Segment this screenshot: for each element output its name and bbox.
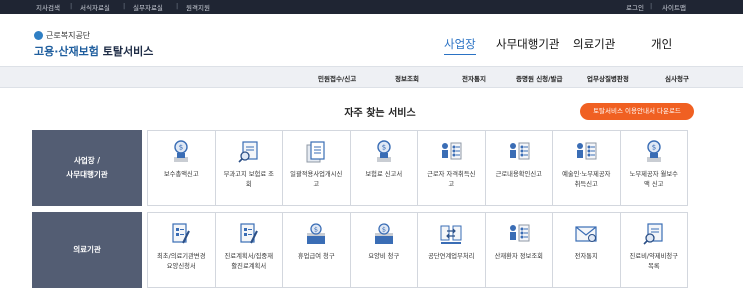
envelope-icon — [575, 226, 597, 242]
service-label: 진료계획서/집중재 활진료계획서 — [224, 253, 273, 270]
divider: | — [70, 2, 73, 10]
service-label: 휴업급여 청구 — [297, 253, 335, 260]
service-name: 고용·산재보험 토탈서비스 — [34, 43, 153, 59]
org-name-text: 근로복지공단 — [46, 31, 91, 40]
service-row-workplace: $ 보수총액신고 부과고지 보험료 조 회 일괄적용사업개시신 고 $ 보험료 신고서 근로… — [147, 130, 695, 206]
coin-bag-icon: $ — [174, 140, 189, 162]
document-stack-icon — [306, 141, 325, 163]
practice-library-link[interactable]: 실무자료실 — [133, 2, 163, 12]
remote-support-link[interactable]: 원격지원 — [186, 2, 210, 12]
service-label: 산재환자 정보조회 — [494, 253, 543, 260]
coin-box-icon: $ — [307, 223, 326, 244]
document-search-icon — [238, 141, 258, 163]
sub-nav-review-request[interactable]: 심사청구 — [665, 73, 689, 83]
worker-chart-icon — [577, 142, 597, 160]
service-label: 일괄적용사업개시신 고 — [290, 171, 343, 188]
service-label: 보험료 신고서 — [365, 171, 403, 178]
service-label: 보수총액신고 — [163, 171, 199, 178]
guide-download-button[interactable]: 토탈서비스 이용안내서 다운로드 — [580, 103, 694, 120]
document-search-icon — [643, 223, 663, 245]
divider: | — [176, 2, 179, 10]
service-tile[interactable]: 진료계획서/집중재 활진료계획서 — [214, 212, 283, 288]
service-name-suffix: 토탈서비스 — [102, 45, 154, 58]
service-name-prefix: 고용·산재보험 — [34, 45, 99, 58]
main-nav-medical[interactable]: 의료기관 — [573, 36, 615, 52]
main-nav-agency[interactable]: 사무대행기관 — [496, 36, 559, 52]
coin-box-icon: $ — [374, 223, 393, 244]
coin-bag-icon: $ — [646, 140, 661, 162]
service-tile[interactable]: 산재환자 정보조회 — [484, 212, 553, 288]
sitemap-link[interactable]: 사이트맵 — [662, 2, 686, 12]
service-label: 근로자 자격취득신 고 — [427, 171, 476, 188]
login-link[interactable]: 로그인 — [626, 2, 644, 12]
service-tile[interactable]: 최초/의료기관변경 요양신청서 — [147, 212, 216, 288]
svg-text:$: $ — [382, 144, 386, 152]
sub-nav-disease-judgment[interactable]: 업무상질병판정 — [587, 73, 629, 83]
svg-text:$: $ — [382, 226, 386, 234]
main-nav-workplace[interactable]: 사업장 — [444, 36, 476, 55]
worker-chart-icon — [509, 142, 530, 160]
org-name: 근로복지공단 — [34, 30, 153, 41]
service-tile[interactable]: 근로내용확인신고 — [484, 130, 553, 206]
service-tile[interactable]: $ 휴업급여 청구 — [282, 212, 351, 288]
service-label: 노무제공자 월보수 액 신고 — [629, 171, 678, 188]
service-tile[interactable]: $ 보험료 신고서 — [349, 130, 418, 206]
sub-nav-petition[interactable]: 민원접수/신고 — [318, 73, 356, 83]
branch-search-link[interactable]: 지사검색 — [36, 2, 60, 12]
site-logo[interactable]: 근로복지공단 고용·산재보험 토탈서비스 — [34, 30, 153, 59]
worker-chart-icon — [442, 142, 462, 160]
divider: | — [650, 2, 653, 10]
form-library-link[interactable]: 서식자료실 — [80, 2, 110, 12]
svg-text:$: $ — [179, 144, 183, 152]
category-label: 의료기관 — [73, 245, 101, 254]
utility-bar: 지사검색 | 서식자료실 | 실무자료실 | 원격지원 로그인 | 사이트맵 — [0, 0, 743, 14]
service-tile[interactable]: 진료비/약제비청구 목록 — [619, 212, 688, 288]
service-tile[interactable]: $ 노무제공자 월보수 액 신고 — [619, 130, 688, 206]
service-tile[interactable]: 근로자 자격취득신 고 — [417, 130, 486, 206]
service-tile[interactable]: $ 보수총액신고 — [147, 130, 216, 206]
service-tile[interactable]: 예술인·노무제공자 취득신고 — [552, 130, 621, 206]
section-title: 자주 찾는 서비스 — [344, 108, 416, 119]
sub-nav-inquiry[interactable]: 정보조회 — [395, 73, 419, 83]
service-label: 부과고지 보험료 조 회 — [223, 171, 274, 188]
document-pen-icon — [240, 223, 258, 244]
sub-nav-certificate[interactable]: 증명원 신청/발급 — [516, 73, 563, 83]
coin-bag-icon: $ — [376, 140, 391, 162]
main-nav-personal[interactable]: 개인 — [651, 36, 672, 52]
service-label: 근로내용확인신고 — [495, 171, 542, 178]
logo-emblem-icon — [34, 31, 43, 40]
category-medical-label: 의료기관 — [32, 212, 142, 288]
service-label: 요양비 청구 — [368, 253, 400, 260]
service-tile[interactable]: 전자통지 — [552, 212, 621, 288]
service-tile[interactable]: 공단연계업무처리 — [417, 212, 486, 288]
service-label: 공단연계업무처리 — [428, 253, 475, 260]
worker-chart-icon — [509, 224, 530, 242]
service-label: 진료비/약제비청구 목록 — [629, 253, 678, 270]
service-tile[interactable]: 부과고지 보험료 조 회 — [214, 130, 283, 206]
divider: | — [123, 2, 126, 10]
sub-nav-e-notice[interactable]: 전자통지 — [462, 73, 486, 83]
document-pen-icon — [172, 223, 191, 244]
service-label: 최초/의료기관변경 요양신청서 — [157, 253, 206, 270]
sub-nav: 민원접수/신고 정보조회 전자통지 증명원 신청/발급 업무상질병판정 심사청구 — [0, 66, 743, 88]
service-tile[interactable]: 일괄적용사업개시신 고 — [282, 130, 351, 206]
svg-text:$: $ — [652, 144, 656, 152]
service-label: 전자통지 — [574, 253, 598, 260]
service-label: 예술인·노무제공자 취득신고 — [562, 171, 611, 188]
category-workplace-label: 사업장 / 사무대행기관 — [32, 130, 142, 206]
svg-text:$: $ — [314, 226, 318, 234]
service-tile[interactable]: $ 요양비 청구 — [349, 212, 418, 288]
exchange-icon — [440, 225, 462, 244]
service-row-medical: 최초/의료기관변경 요양신청서 진료계획서/집중재 활진료계획서 $ 휴업급여 청구 $… — [147, 212, 695, 288]
category-label: 사업장 / 사무대행기관 — [66, 156, 108, 179]
